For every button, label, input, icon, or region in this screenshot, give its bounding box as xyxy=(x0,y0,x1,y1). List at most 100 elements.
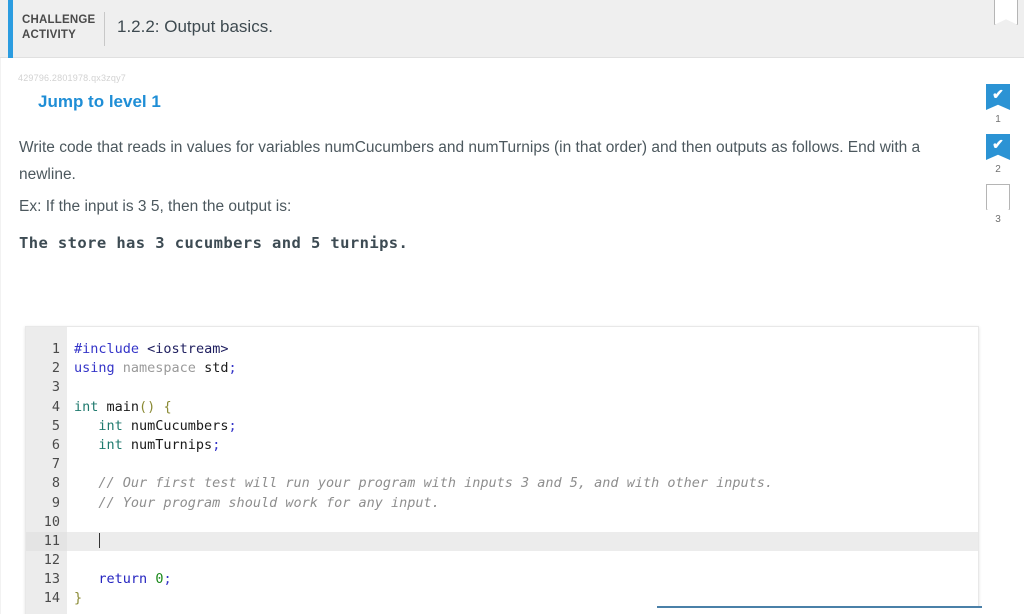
code-line[interactable]: 13 return 0; xyxy=(26,570,978,590)
page-title: 1.2.2: Output basics. xyxy=(117,17,273,36)
code-token: numCucumbers xyxy=(122,417,229,434)
challenge-activity-label: CHALLENGE ACTIVITY xyxy=(22,13,98,43)
code-token: ; xyxy=(228,417,237,434)
code-line-text[interactable] xyxy=(67,455,74,474)
line-number: 11 xyxy=(26,531,67,552)
line-number: 9 xyxy=(26,493,67,513)
code-line-text[interactable]: int numTurnips; xyxy=(67,436,220,455)
line-number: 10 xyxy=(26,512,67,532)
code-token: using xyxy=(74,360,115,377)
code-token: #include xyxy=(74,341,140,357)
example-output-text: The store has 3 cucumbers and 5 turnips. xyxy=(19,234,409,252)
code-line[interactable]: 7 xyxy=(26,455,978,475)
level-number: 2 xyxy=(995,164,1001,175)
level-banner-complete[interactable]: ✔ xyxy=(986,134,1010,160)
level-banner[interactable]: ✔ xyxy=(985,134,1011,160)
level-banner[interactable]: ✔ xyxy=(985,84,1011,110)
check-icon: ✔ xyxy=(992,86,1004,102)
code-editor[interactable]: 1 #include <iostream> 2 using namespace std… xyxy=(25,326,979,614)
level-banner-incomplete[interactable] xyxy=(986,184,1010,210)
code-line[interactable]: 10 xyxy=(26,512,978,532)
code-token: <iostream> xyxy=(147,341,229,357)
code-line-text[interactable] xyxy=(67,532,101,551)
code-line-text[interactable] xyxy=(67,513,74,532)
code-line[interactable]: 2 using namespace std; xyxy=(26,359,978,379)
code-line[interactable]: 12 xyxy=(26,551,978,571)
line-number: 2 xyxy=(26,359,67,379)
code-line[interactable]: 11 xyxy=(26,531,978,552)
line-number: 3 xyxy=(26,378,67,398)
code-line-text[interactable]: int main() { xyxy=(67,398,172,417)
code-token: ; xyxy=(228,360,237,377)
line-number: 13 xyxy=(26,570,67,590)
bottom-panel-partial[interactable] xyxy=(657,606,982,614)
code-line[interactable]: 9 // Your program should work for any in… xyxy=(26,493,978,513)
line-number: 12 xyxy=(26,551,67,571)
code-token: return xyxy=(98,571,148,588)
code-token: numTurnips xyxy=(122,436,213,453)
level-progress-rail: ✔ 1 ✔ 2 3 xyxy=(978,84,1018,234)
code-token: } xyxy=(74,590,83,607)
code-line-text[interactable]: // Your program should work for any inpu… xyxy=(67,494,440,513)
activity-header: CHALLENGE ACTIVITY 1.2.2: Output basics. xyxy=(0,0,1024,58)
level-number: 1 xyxy=(995,114,1001,125)
code-token: ; xyxy=(163,571,172,588)
code-line-text[interactable]: using namespace std; xyxy=(67,359,237,378)
jump-to-level-link[interactable]: Jump to level 1 xyxy=(38,92,161,112)
code-line-text[interactable]: // Our first test will run your program … xyxy=(67,474,773,493)
code-token: int xyxy=(98,417,123,434)
code-line[interactable]: 6 int numTurnips; xyxy=(26,435,978,456)
code-line-text[interactable]: return 0; xyxy=(67,570,172,589)
level-marker[interactable]: ✔ 1 xyxy=(978,84,1018,125)
level-marker[interactable]: ✔ 2 xyxy=(978,134,1018,175)
code-line[interactable]: 3 xyxy=(26,378,978,398)
activity-id: 429796.2801978.qx3zqy7 xyxy=(18,73,126,83)
page-left-edge xyxy=(0,58,1,614)
code-line[interactable]: 1 #include <iostream> xyxy=(26,340,978,360)
code-line-text[interactable] xyxy=(67,378,74,397)
code-line[interactable]: 5 int numCucumbers; xyxy=(26,416,978,436)
line-number: 7 xyxy=(26,455,67,475)
code-token: int xyxy=(98,436,123,453)
line-number: 8 xyxy=(26,474,67,494)
code-token: main xyxy=(106,398,140,415)
challenge-activity-page: CHALLENGE ACTIVITY 1.2.2: Output basics.… xyxy=(0,0,1024,614)
line-number: 4 xyxy=(26,397,67,417)
code-token: // Your program should work for any inpu… xyxy=(98,494,440,511)
code-line[interactable]: 4 int main() { xyxy=(26,397,978,417)
line-number: 5 xyxy=(26,416,67,436)
line-number: 14 xyxy=(26,589,67,609)
level-banner[interactable] xyxy=(985,184,1011,210)
code-line-text[interactable]: } xyxy=(67,589,82,608)
level-banner-complete[interactable]: ✔ xyxy=(986,84,1010,110)
code-line-text[interactable] xyxy=(67,551,74,570)
level-marker[interactable]: 3 xyxy=(978,184,1018,225)
code-token: { xyxy=(163,398,172,415)
header-divider xyxy=(104,12,105,46)
code-line-text[interactable]: int numCucumbers; xyxy=(67,417,237,436)
code-token: namespace xyxy=(122,360,196,377)
challenge-activity-label-line1: CHALLENGE xyxy=(22,14,96,26)
code-line-text[interactable]: #include <iostream> xyxy=(67,340,228,359)
check-icon: ✔ xyxy=(992,136,1004,152)
level-number: 3 xyxy=(995,214,1001,225)
instructions-text: Write code that reads in values for vari… xyxy=(19,139,921,183)
code-line[interactable]: 8 // Our first test will run your progra… xyxy=(26,474,978,494)
line-number: 6 xyxy=(26,435,67,456)
line-number: 1 xyxy=(26,340,67,360)
code-token: // Our first test will run your program … xyxy=(98,475,773,492)
text-cursor xyxy=(99,532,101,548)
code-area[interactable]: 1 #include <iostream> 2 using namespace std… xyxy=(26,340,978,609)
code-token: ; xyxy=(212,436,221,453)
code-token: int xyxy=(74,398,99,415)
